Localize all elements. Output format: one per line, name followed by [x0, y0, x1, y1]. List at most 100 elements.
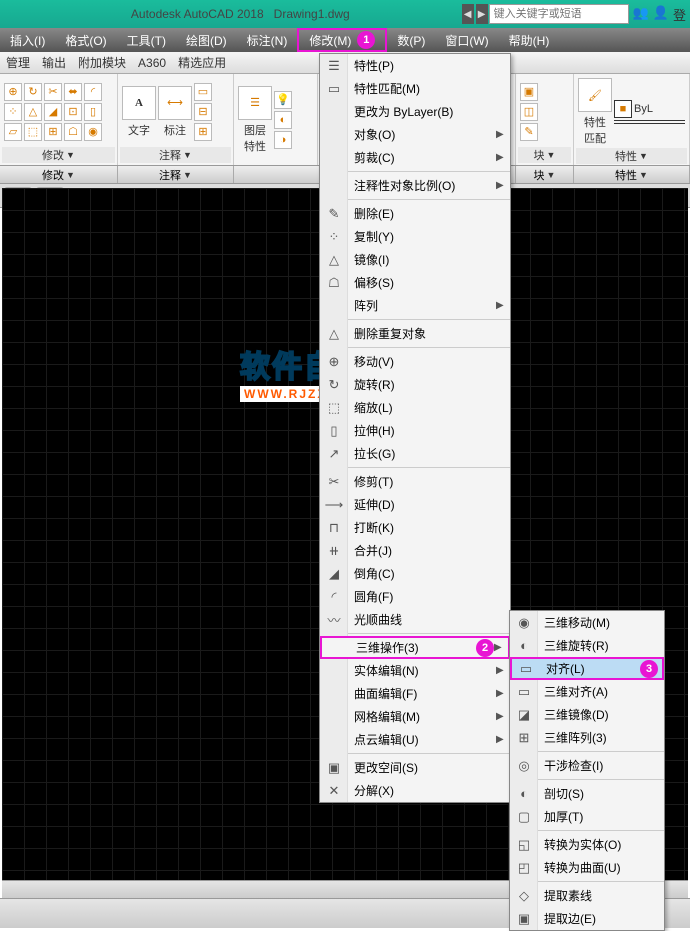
- ribbon-tab[interactable]: 管理: [6, 54, 30, 71]
- signin-icon[interactable]: 👤: [653, 5, 669, 24]
- menu-item-icon: △: [320, 322, 348, 345]
- tool-icon[interactable]: ◉: [84, 123, 102, 141]
- submenu-item[interactable]: ◪三维镜像(D): [510, 703, 664, 726]
- tool-icon[interactable]: ⬚: [24, 123, 42, 141]
- tool-icon[interactable]: △: [24, 103, 42, 121]
- text-button[interactable]: A 文字: [122, 86, 156, 138]
- menu-格式O[interactable]: 格式(O): [55, 28, 116, 52]
- menu-item[interactable]: △删除重复对象: [320, 322, 510, 345]
- tool-icon[interactable]: ☖: [64, 123, 82, 141]
- login-text[interactable]: 登: [673, 5, 686, 24]
- menu-item[interactable]: ↗拉长(G): [320, 442, 510, 465]
- menu-窗口W[interactable]: 窗口(W): [435, 28, 498, 52]
- dim-button[interactable]: ⟷ 标注: [158, 86, 192, 138]
- menu-item[interactable]: ✕分解(X): [320, 779, 510, 802]
- menu-item[interactable]: ☰特性(P): [320, 54, 510, 77]
- submenu-item[interactable]: ▭对齐(L)3: [510, 657, 664, 680]
- menu-item[interactable]: 〰光顺曲线: [320, 608, 510, 631]
- tool-icon[interactable]: ⊞: [194, 123, 212, 141]
- nav-right-icon[interactable]: ▶: [476, 4, 488, 24]
- menu-item[interactable]: 更改为 ByLayer(B): [320, 100, 510, 123]
- tool-icon[interactable]: ▯: [84, 103, 102, 121]
- menu-item[interactable]: ◜圆角(F): [320, 585, 510, 608]
- tool-icon[interactable]: 💡: [274, 91, 292, 109]
- menu-item[interactable]: ⊕移动(V): [320, 350, 510, 373]
- ribbon-tab[interactable]: 输出: [42, 54, 66, 71]
- menu-item[interactable]: 网格编辑(M)▶: [320, 705, 510, 728]
- menu-item[interactable]: 点云编辑(U)▶: [320, 728, 510, 751]
- tool-icon[interactable]: ◫: [520, 103, 538, 121]
- menu-item-icon: ✂: [320, 470, 348, 493]
- tool-icon[interactable]: ⊞: [44, 123, 62, 141]
- tool-icon[interactable]: ⊕: [4, 83, 22, 101]
- submenu-item[interactable]: ◐三维旋转(R): [510, 634, 664, 657]
- layer-props-button[interactable]: ☰ 图层 特性: [238, 86, 272, 154]
- menu-item-label: 更改为 ByLayer(B): [348, 103, 510, 120]
- menu-item[interactable]: ⟶延伸(D): [320, 493, 510, 516]
- ribbon-tab[interactable]: A360: [138, 56, 166, 70]
- tool-icon[interactable]: ⊡: [64, 103, 82, 121]
- menu-item[interactable]: ⁘复制(Y): [320, 225, 510, 248]
- menu-item[interactable]: △镜像(I): [320, 248, 510, 271]
- menu-帮助H[interactable]: 帮助(H): [499, 28, 560, 52]
- menu-item[interactable]: ⧺合并(J): [320, 539, 510, 562]
- ribbon-tab[interactable]: 精选应用: [178, 54, 226, 71]
- submenu-item[interactable]: ◇提取素线: [510, 884, 664, 907]
- ribbon-tab[interactable]: 附加模块: [78, 54, 126, 71]
- tool-icon[interactable]: ⬌: [64, 83, 82, 101]
- submenu-item[interactable]: ◰转换为曲面(U): [510, 856, 664, 879]
- submenu-item[interactable]: ◎干涉检查(I): [510, 754, 664, 777]
- menu-item[interactable]: 对象(O)▶: [320, 123, 510, 146]
- menu-item[interactable]: ✎删除(E): [320, 202, 510, 225]
- submenu-item[interactable]: ▣提取边(E): [510, 907, 664, 930]
- tool-icon[interactable]: ◑: [274, 131, 292, 149]
- menu-item[interactable]: ◢倒角(C): [320, 562, 510, 585]
- tool-icon[interactable]: ✂: [44, 83, 62, 101]
- menu-工具T[interactable]: 工具(T): [117, 28, 176, 52]
- menu-item[interactable]: ⊓打断(K): [320, 516, 510, 539]
- tool-icon[interactable]: ↻: [24, 83, 42, 101]
- menu-item[interactable]: ☖偏移(S): [320, 271, 510, 294]
- menu-绘图D[interactable]: 绘图(D): [176, 28, 237, 52]
- menu-item[interactable]: 三维操作(3)2▶: [320, 636, 510, 659]
- lineweight-preview[interactable]: [614, 120, 685, 121]
- match-props-button[interactable]: 🖌 特性 匹配: [578, 78, 612, 146]
- menu-item[interactable]: ✂修剪(T): [320, 470, 510, 493]
- menu-插入I[interactable]: 插入(I): [0, 28, 55, 52]
- tool-icon[interactable]: ⁘: [4, 103, 22, 121]
- user-icon[interactable]: 👥: [633, 5, 649, 24]
- search-input[interactable]: [489, 4, 629, 24]
- nav-left-icon[interactable]: ◀: [462, 4, 474, 24]
- menu-item[interactable]: 曲面编辑(F)▶: [320, 682, 510, 705]
- tool-icon[interactable]: ◢: [44, 103, 62, 121]
- tool-icon[interactable]: ▱: [4, 123, 22, 141]
- menu-item[interactable]: ▣更改空间(S): [320, 756, 510, 779]
- submenu-item[interactable]: ▭三维对齐(A): [510, 680, 664, 703]
- linetype-preview[interactable]: [614, 123, 685, 124]
- submenu-item[interactable]: ◉三维移动(M): [510, 611, 664, 634]
- menu-item[interactable]: ⬚缩放(L): [320, 396, 510, 419]
- menu-标注N[interactable]: 标注(N): [237, 28, 298, 52]
- tool-icon[interactable]: ⊟: [194, 103, 212, 121]
- color-swatch[interactable]: ■: [614, 100, 632, 118]
- tool-icon[interactable]: ▣: [520, 83, 538, 101]
- submenu-item[interactable]: ◱转换为实体(O): [510, 833, 664, 856]
- panel-title: 特性▼: [576, 148, 687, 164]
- submenu-item[interactable]: ▢加厚(T): [510, 805, 664, 828]
- menu-修改M[interactable]: 修改(M)1: [297, 28, 387, 52]
- submenu-item[interactable]: ◐剖切(S): [510, 782, 664, 805]
- menu-数P[interactable]: 数(P): [387, 28, 435, 52]
- menu-item[interactable]: ↻旋转(R): [320, 373, 510, 396]
- submenu-item[interactable]: ⊞三维阵列(3): [510, 726, 664, 749]
- menu-item[interactable]: ▭特性匹配(M): [320, 77, 510, 100]
- tool-icon[interactable]: ▭: [194, 83, 212, 101]
- tool-icon[interactable]: ◐: [274, 111, 292, 129]
- menu-item[interactable]: 实体编辑(N)▶: [320, 659, 510, 682]
- menu-item[interactable]: 剪裁(C)▶: [320, 146, 510, 169]
- qat-btn[interactable]: [4, 5, 12, 23]
- menu-item[interactable]: ▯拉伸(H): [320, 419, 510, 442]
- tool-icon[interactable]: ✎: [520, 123, 538, 141]
- menu-item[interactable]: 注释性对象比例(O)▶: [320, 174, 510, 197]
- tool-icon[interactable]: ◜: [84, 83, 102, 101]
- menu-item[interactable]: 阵列▶: [320, 294, 510, 317]
